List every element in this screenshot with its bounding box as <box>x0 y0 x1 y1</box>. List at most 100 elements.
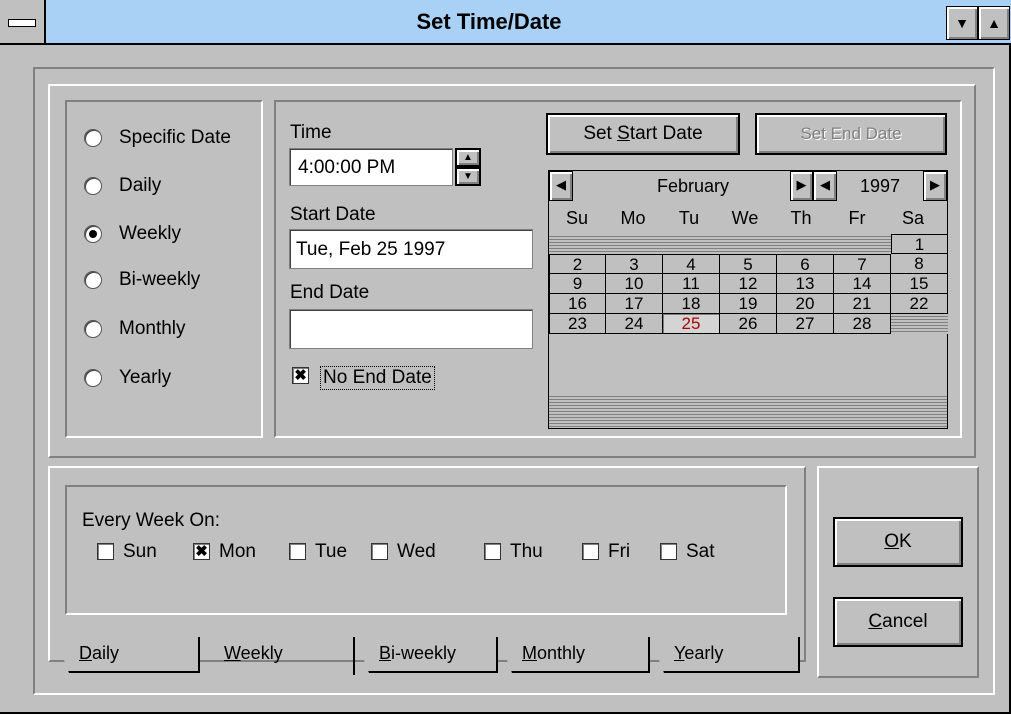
cancel-button[interactable]: Cancel <box>833 597 963 647</box>
next-year-button[interactable]: ▶ <box>923 171 947 201</box>
calendar-day[interactable]: 27 <box>777 314 834 334</box>
set-start-date-button[interactable]: Set Start Date <box>546 113 740 155</box>
calendar-day[interactable]: 23 <box>549 314 606 334</box>
calendar-day[interactable]: 3 <box>606 254 663 274</box>
calendar-day[interactable]: 20 <box>777 294 834 314</box>
weekday-label: Su <box>565 208 589 228</box>
spin-down-button[interactable]: ▼ <box>455 167 481 186</box>
frequency-option-label[interactable]: Yearly <box>119 367 171 389</box>
calendar-day[interactable]: 13 <box>777 274 834 294</box>
calendar-empty-cell <box>720 234 777 254</box>
tab-weekly[interactable]: Weekly <box>200 637 355 675</box>
calendar-day[interactable]: 28 <box>834 314 891 334</box>
weekday-checkbox[interactable] <box>289 543 306 560</box>
calendar-empty-cell <box>834 234 891 254</box>
weekday-checkbox[interactable]: ✖ <box>193 543 210 560</box>
time-label: Time <box>290 122 332 143</box>
calendar-day[interactable]: 1 <box>891 234 948 254</box>
frequency-radio[interactable] <box>84 129 102 147</box>
checkmark-icon: ✖ <box>195 543 208 560</box>
weekday-label: Sa <box>901 208 925 228</box>
weekday-checkbox[interactable] <box>484 543 501 560</box>
calendar-day[interactable]: 11 <box>663 274 720 294</box>
weekday-checkbox[interactable] <box>660 543 677 560</box>
calendar-day[interactable]: 10 <box>606 274 663 294</box>
time-input[interactable]: 4:00:00 PM <box>289 148 453 186</box>
weekday-label: Mo <box>620 208 646 228</box>
calendar-day[interactable]: 9 <box>549 274 606 294</box>
weekday-label[interactable]: Sat <box>686 541 715 563</box>
calendar-day[interactable]: 16 <box>549 294 606 314</box>
weekday-checkbox[interactable] <box>371 543 388 560</box>
tab-yearly[interactable]: Yearly <box>650 637 800 673</box>
minimize-icon: ▼ <box>955 15 969 31</box>
calendar-day[interactable]: 21 <box>834 294 891 314</box>
tab-monthly[interactable]: Monthly <box>498 637 650 673</box>
minimize-button[interactable]: ▼ <box>946 6 978 40</box>
checkmark-icon: ✖ <box>294 367 307 384</box>
arrow-left-icon: ◀ <box>820 177 830 192</box>
frequency-option-label[interactable]: Specific Date <box>119 127 231 149</box>
calendar-empty-cell <box>777 234 834 254</box>
frequency-option-label[interactable]: Bi-weekly <box>119 269 200 291</box>
system-menu-button[interactable] <box>0 0 46 43</box>
calendar-day[interactable]: 2 <box>549 254 606 274</box>
no-end-date-label[interactable]: No End Date <box>320 366 435 390</box>
calendar-day[interactable]: 26 <box>720 314 777 334</box>
weekday-label: Fr <box>848 208 866 228</box>
spin-up-button[interactable]: ▲ <box>455 148 481 167</box>
calendar-day[interactable]: 17 <box>606 294 663 314</box>
weekday-checkbox[interactable] <box>582 543 599 560</box>
calendar-month: February <box>656 176 730 196</box>
frequency-option-label[interactable]: Daily <box>119 175 161 197</box>
calendar-empty-cell <box>549 234 606 254</box>
calendar-day[interactable]: 22 <box>891 294 948 314</box>
next-month-button[interactable]: ▶ <box>790 171 813 201</box>
weekday-label[interactable]: Mon <box>219 541 256 563</box>
tab-bi-weekly[interactable]: Bi-weekly <box>355 637 498 673</box>
calendar-day[interactable]: 8 <box>891 254 948 274</box>
calendar-day[interactable]: 5 <box>720 254 777 274</box>
frequency-radio[interactable] <box>84 177 102 195</box>
calendar-day[interactable]: 19 <box>720 294 777 314</box>
calendar-day[interactable]: 7 <box>834 254 891 274</box>
calendar: ◀ February ▶ ◀ 1997 ▶ Su Mo Tu We Th Fr Sa 123… <box>548 170 948 429</box>
frequency-option-label[interactable]: Monthly <box>119 318 186 340</box>
start-date-input[interactable]: Tue, Feb 25 1997 <box>289 229 533 269</box>
calendar-day[interactable]: 4 <box>663 254 720 274</box>
frequency-radio[interactable] <box>84 369 102 387</box>
system-menu-icon <box>8 19 36 27</box>
frequency-option-label[interactable]: Weekly <box>119 223 181 245</box>
prev-year-button[interactable]: ◀ <box>813 171 837 201</box>
window-title: Set Time/Date <box>416 9 562 34</box>
calendar-day[interactable]: 15 <box>891 274 948 294</box>
arrow-right-icon: ▶ <box>796 177 807 192</box>
calendar-day[interactable]: 24 <box>606 314 663 334</box>
calendar-day[interactable]: 14 <box>834 274 891 294</box>
weekday-checkbox[interactable] <box>97 543 114 560</box>
no-end-date-checkbox[interactable]: ✖ <box>292 367 309 384</box>
frequency-radio[interactable] <box>84 271 102 289</box>
ok-button[interactable]: OK <box>833 517 963 567</box>
frequency-radio[interactable] <box>84 225 102 243</box>
prev-month-button[interactable]: ◀ <box>549 171 573 201</box>
weekday-label[interactable]: Sun <box>123 541 157 563</box>
set-end-date-button[interactable]: Set End Date <box>755 113 947 155</box>
calendar-day[interactable]: 6 <box>777 254 834 274</box>
tab-daily[interactable]: Daily <box>55 637 200 673</box>
arrow-up-icon: ▲ <box>463 152 473 163</box>
arrow-down-icon: ▼ <box>463 171 473 182</box>
weekday-label[interactable]: Wed <box>397 541 436 563</box>
weekday-label[interactable]: Fri <box>608 541 630 563</box>
time-spinner[interactable]: ▲ ▼ <box>455 148 481 186</box>
calendar-empty-area <box>549 394 947 428</box>
frequency-radio[interactable] <box>84 320 102 338</box>
end-date-input[interactable] <box>289 309 533 349</box>
calendar-day[interactable]: 25 <box>663 314 720 334</box>
calendar-day[interactable]: 18 <box>663 294 720 314</box>
weekday-label: Th <box>790 208 812 228</box>
maximize-button[interactable]: ▲ <box>978 6 1010 40</box>
weekday-label[interactable]: Thu <box>510 541 543 563</box>
calendar-day[interactable]: 12 <box>720 274 777 294</box>
weekday-label[interactable]: Tue <box>315 541 347 563</box>
